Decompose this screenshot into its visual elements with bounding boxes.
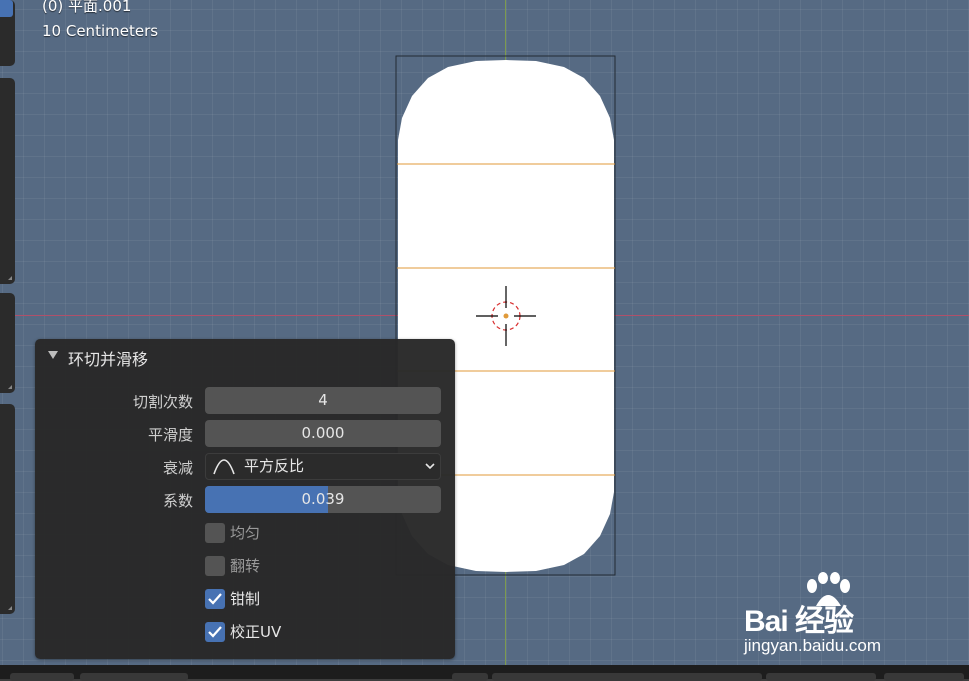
falloff-label: 衰减 bbox=[162, 459, 193, 477]
watermark-url: jingyan.baidu.com bbox=[744, 636, 882, 655]
cuts-field[interactable]: 4 bbox=[205, 387, 441, 414]
panel-header[interactable]: 环切并滑移 bbox=[35, 339, 455, 373]
even-label: 均匀 bbox=[230, 524, 261, 542]
clamp-checkbox[interactable] bbox=[205, 589, 225, 609]
correct-uv-label: 校正UV bbox=[230, 623, 282, 641]
inverse-square-curve-icon bbox=[213, 459, 235, 475]
status-bar-button[interactable] bbox=[884, 673, 964, 681]
toolbar-group-select[interactable] bbox=[0, 0, 15, 66]
chevron-down-icon bbox=[425, 463, 435, 470]
cuts-value: 4 bbox=[318, 391, 328, 409]
watermark-brand: Bai 经验 bbox=[744, 605, 854, 638]
3d-viewport[interactable]: (0) 平面.001 10 Centimeters 环切并滑移 切割次数 4 平… bbox=[0, 0, 969, 665]
even-checkbox[interactable] bbox=[205, 523, 225, 543]
factor-slider[interactable]: 0.039 bbox=[205, 486, 441, 513]
flip-checkbox[interactable] bbox=[205, 556, 225, 576]
left-toolbar bbox=[0, 0, 16, 665]
panel-title: 环切并滑移 bbox=[68, 350, 149, 369]
object-info-label: (0) 平面.001 bbox=[42, 0, 132, 15]
correct-uv-checkbox[interactable] bbox=[205, 622, 225, 642]
falloff-value: 平方反比 bbox=[244, 457, 305, 475]
expand-corner-icon bbox=[8, 606, 12, 610]
clamp-label: 钳制 bbox=[230, 590, 261, 608]
factor-value: 0.039 bbox=[301, 490, 345, 508]
checkmark-icon bbox=[208, 626, 222, 638]
falloff-dropdown[interactable]: 平方反比 bbox=[205, 453, 441, 480]
grid-scale-label: 10 Centimeters bbox=[42, 22, 159, 40]
expand-corner-icon bbox=[8, 385, 12, 389]
checkmark-icon bbox=[208, 593, 222, 605]
status-bar-button[interactable] bbox=[766, 673, 876, 681]
smoothness-label: 平滑度 bbox=[147, 426, 193, 444]
flip-label: 翻转 bbox=[230, 557, 261, 575]
smoothness-value: 0.000 bbox=[301, 424, 345, 442]
status-bar-button[interactable] bbox=[492, 673, 762, 681]
cuts-label: 切割次数 bbox=[132, 393, 193, 411]
expand-corner-icon bbox=[8, 276, 12, 280]
status-bar-button[interactable] bbox=[80, 673, 188, 681]
toolbar-group-edit[interactable] bbox=[0, 404, 15, 614]
operator-redo-panel: 环切并滑移 切割次数 4 平滑度 0.000 衰减 平方反比 系数 0.039 bbox=[35, 339, 455, 659]
collapse-caret-icon[interactable] bbox=[48, 351, 58, 359]
smoothness-field[interactable]: 0.000 bbox=[205, 420, 441, 447]
status-bar-button[interactable] bbox=[452, 673, 488, 681]
toolbar-group-transform[interactable] bbox=[0, 78, 15, 284]
active-tool-highlight bbox=[0, 0, 13, 17]
factor-label: 系数 bbox=[162, 492, 193, 510]
bottom-status-bar bbox=[0, 665, 969, 681]
baidu-jingyan-watermark: Bai 经验 jingyan.baidu.com bbox=[740, 572, 920, 662]
toolbar-group-annotate[interactable] bbox=[0, 293, 15, 393]
status-bar-button[interactable] bbox=[10, 673, 74, 681]
